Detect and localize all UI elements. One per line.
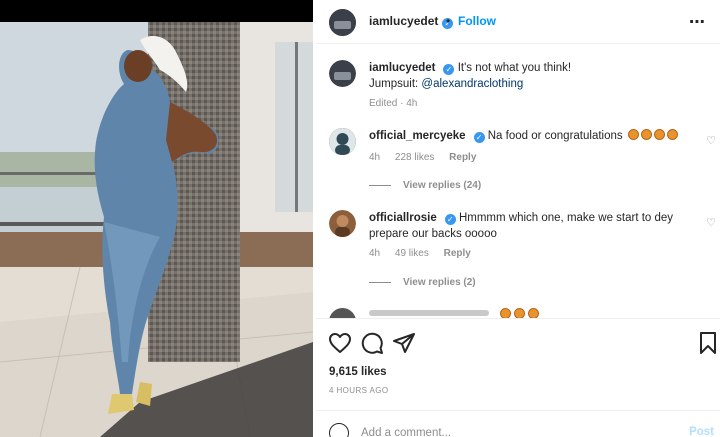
comment-row: official_mercyeke ✓ Na food or congratula… <box>316 122 720 202</box>
comment-reply-button[interactable]: Reply <box>444 248 471 259</box>
post-comment-button[interactable]: Post <box>689 426 714 437</box>
comment-meta: 4h 49 likes Reply <box>369 248 483 259</box>
comment-age: 4h <box>369 248 381 259</box>
emoji-icon <box>528 308 539 318</box>
comment-body: Na food or congratulations <box>487 130 623 142</box>
comment-row: officiallrosie ✓ Hmmmm which one, make we… <box>316 208 720 298</box>
post-header: iamlucyedet ✓ • Follow ⋯ <box>316 0 720 44</box>
view-replies-button[interactable]: View replies (24) <box>369 180 481 191</box>
author-username-text[interactable]: iamlucyedet <box>369 14 438 28</box>
save-bookmark-icon[interactable] <box>696 331 720 355</box>
caption-row: iamlucyedet ✓ It's not what you think! Ju… <box>316 58 720 118</box>
comment-likes[interactable]: 49 likes <box>395 248 429 259</box>
emoji-icon <box>500 308 511 318</box>
add-comment-row: Post <box>316 410 720 437</box>
comment-like-heart-icon[interactable]: ♡ <box>706 134 716 147</box>
commenter-avatar[interactable] <box>329 128 356 155</box>
comment-bubble-icon[interactable] <box>360 331 384 355</box>
comment-reply-button[interactable]: Reply <box>449 152 476 163</box>
comment-like-heart-icon[interactable]: ♡ <box>706 216 716 229</box>
author-username[interactable]: iamlucyedet ✓ <box>369 14 454 29</box>
comment-username[interactable]: officiallrosie <box>369 212 437 224</box>
post-actions-bar <box>316 318 720 363</box>
emoji-icon <box>666 129 678 140</box>
add-comment-input[interactable] <box>361 425 661 437</box>
comment-text-partial <box>369 310 489 316</box>
header-separator: • <box>446 14 451 28</box>
caption-text: iamlucyedet ✓ It's not what you think! Ju… <box>369 60 699 92</box>
comments-list[interactable]: iamlucyedet ✓ It's not what you think! Ju… <box>316 50 720 318</box>
caption-line2-prefix: Jumpsuit: <box>369 78 422 90</box>
comment-username[interactable]: official_mercyeke <box>369 130 466 142</box>
commenter-avatar[interactable] <box>329 210 356 237</box>
comment-likes[interactable]: 228 likes <box>395 152 434 163</box>
post-timestamp: 4 HOURS AGO <box>329 386 389 395</box>
caption-avatar[interactable] <box>329 60 356 87</box>
caption-meta: Edited · 4h <box>369 98 418 109</box>
follow-button[interactable]: Follow <box>458 14 496 28</box>
caption-mention-link[interactable]: @alexandraclothing <box>421 78 523 90</box>
likes-count[interactable]: 9,615 likes <box>329 366 387 378</box>
comment-text: officiallrosie ✓ Hmmmm which one, make we… <box>369 210 699 242</box>
emoji-icon <box>514 308 525 318</box>
view-replies-button[interactable]: View replies (2) <box>369 277 476 288</box>
emoji-icon <box>640 129 652 140</box>
comment-row-partial <box>316 308 720 318</box>
commenter-avatar[interactable] <box>329 308 356 318</box>
author-avatar[interactable] <box>329 9 356 36</box>
comment-age: 4h <box>369 152 381 163</box>
comment-meta: 4h 228 likes Reply <box>369 152 488 163</box>
post-photo[interactable] <box>0 22 313 437</box>
comment-text: official_mercyeke ✓ Na food or congratula… <box>369 128 699 144</box>
share-direct-icon[interactable] <box>392 331 416 355</box>
emoji-icon <box>653 129 665 140</box>
emoji-icon <box>627 129 639 140</box>
caption-username[interactable]: iamlucyedet <box>369 62 435 74</box>
like-heart-icon[interactable] <box>328 331 352 355</box>
verified-badge-icon: ✓ <box>473 132 485 143</box>
more-options-icon[interactable]: ⋯ <box>689 12 706 32</box>
verified-badge-icon: ✓ <box>443 64 455 75</box>
caption-line1: It's not what you think! <box>457 62 572 74</box>
verified-badge-icon: ✓ <box>444 214 456 225</box>
emoji-smiley-icon[interactable] <box>329 423 349 437</box>
post-side-panel: iamlucyedet ✓ • Follow ⋯ iamlucyedet ✓ It'… <box>316 0 720 437</box>
